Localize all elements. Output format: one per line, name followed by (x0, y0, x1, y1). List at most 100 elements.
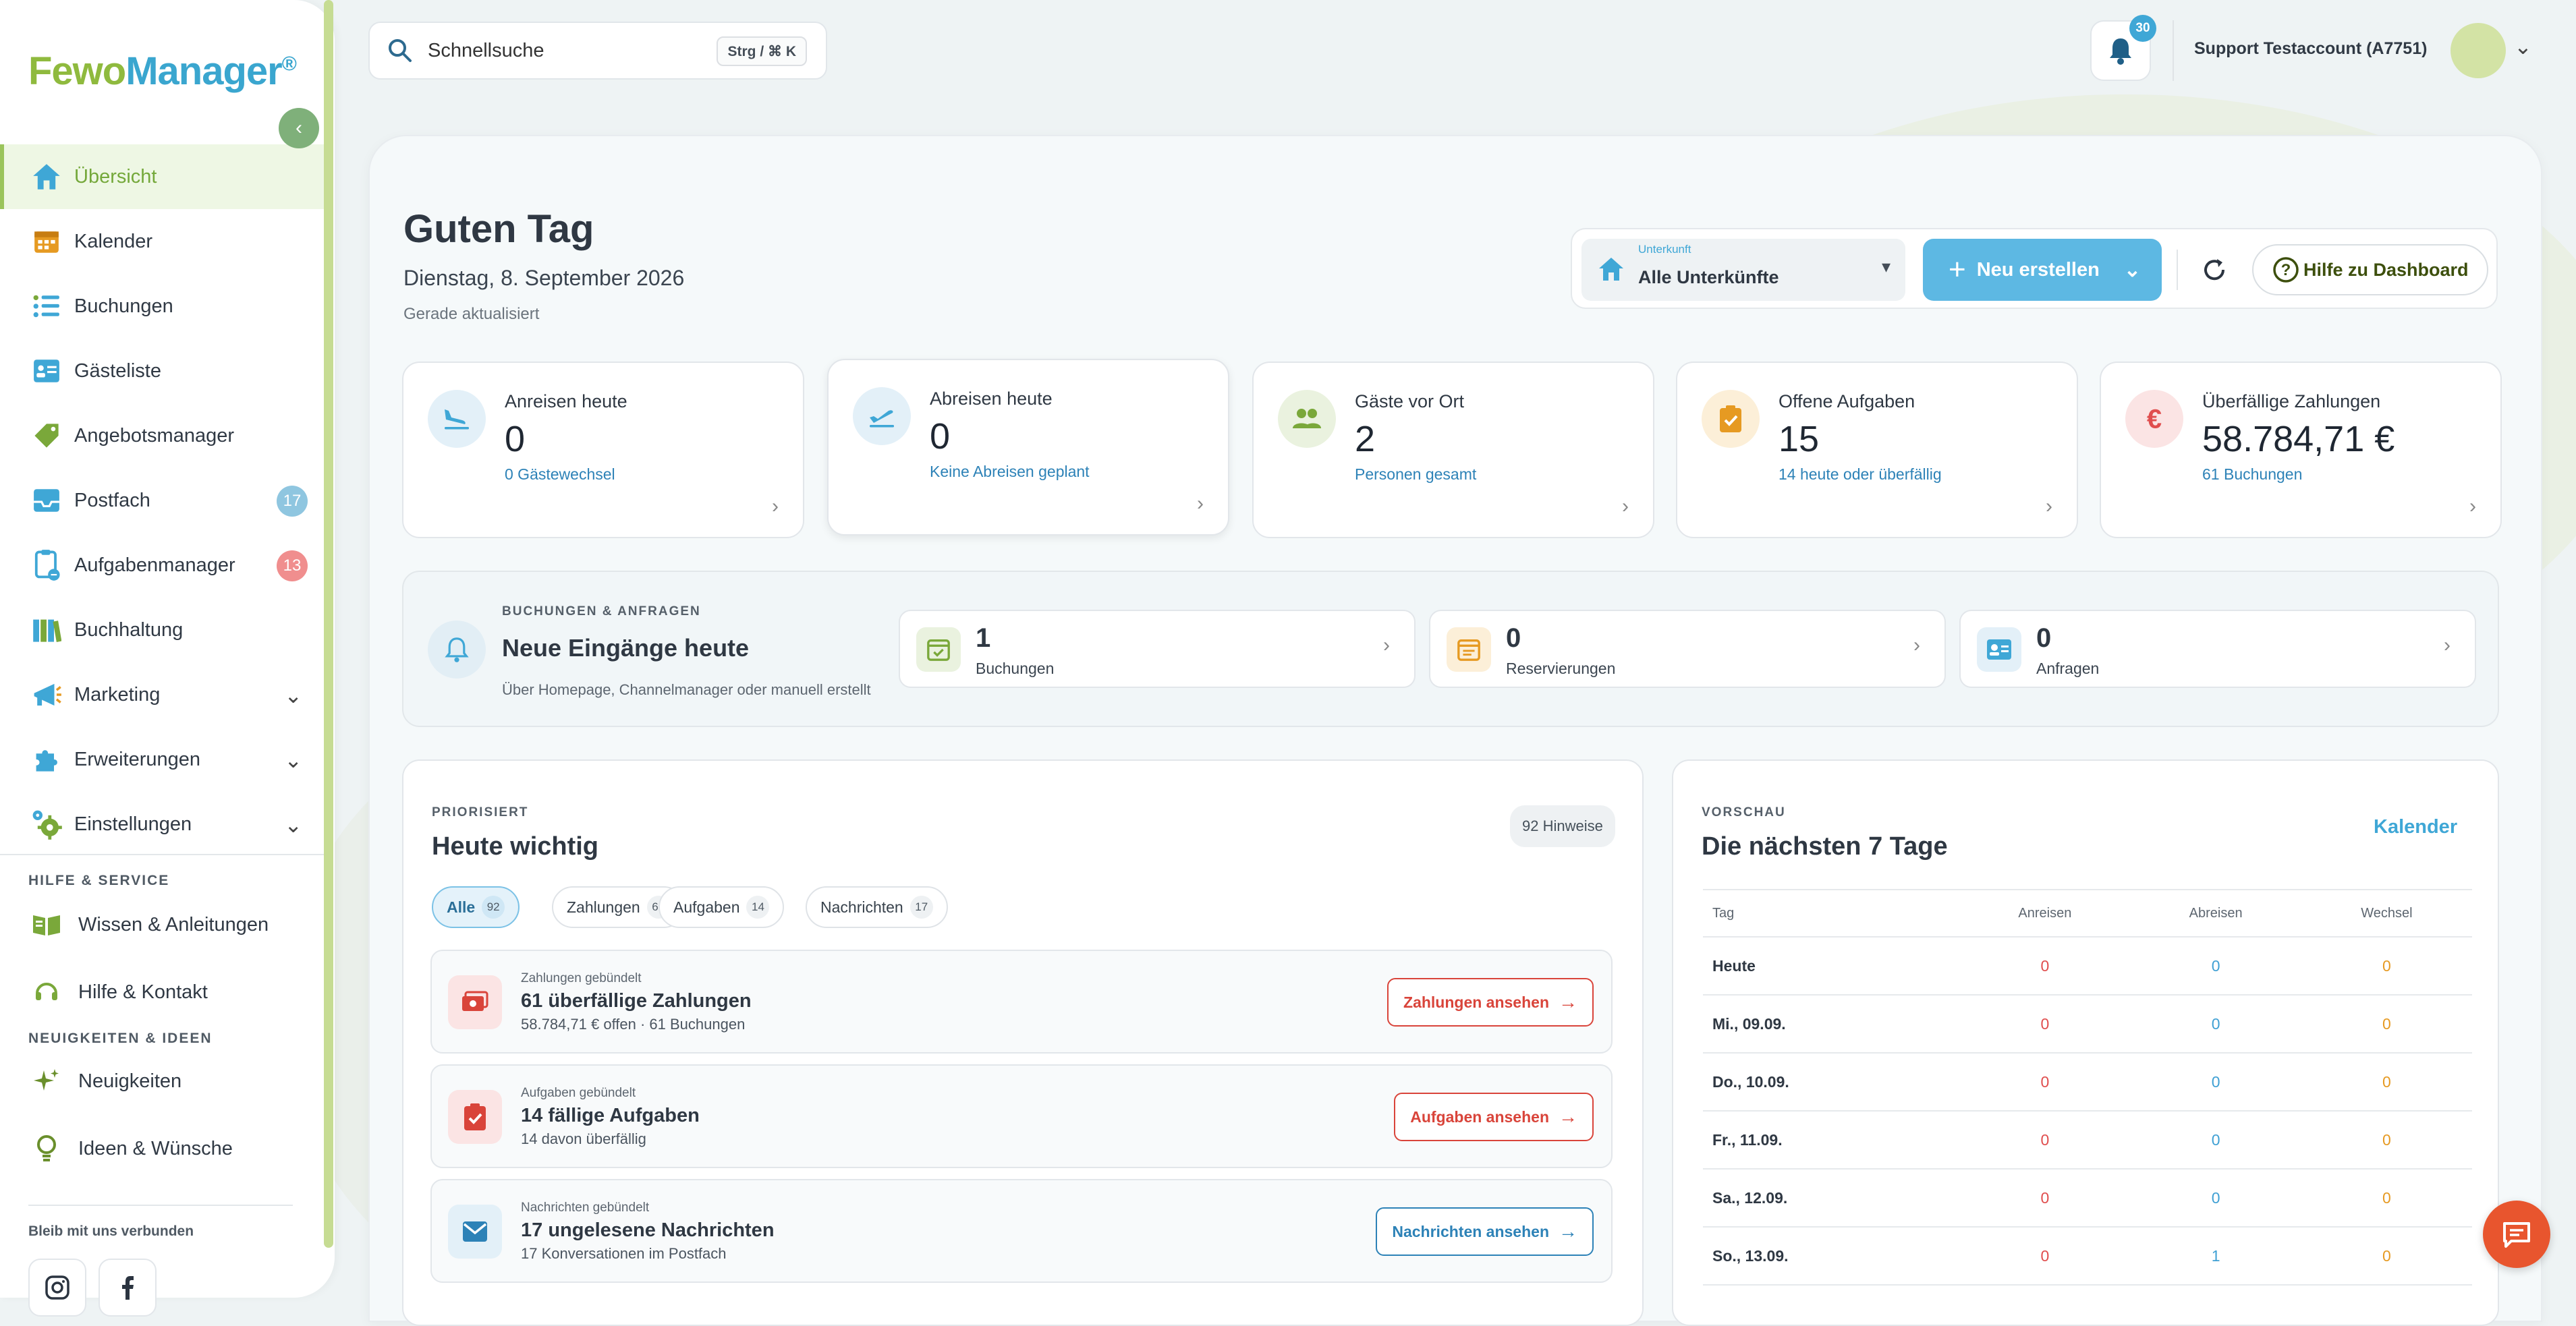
sidebar-item-angebotsmanager[interactable]: Angebotsmanager (0, 403, 324, 468)
logo-text-accent: Manager (125, 49, 283, 93)
preview-table: Tag Anreisen Abreisen Wechsel Heute 0 0 0 Mi… (1703, 889, 2472, 1286)
sidebar-item-erweiterungen[interactable]: Erweiterungen ⌄ (0, 727, 324, 792)
arrow-right-icon: → (1559, 1221, 1577, 1242)
incoming-card-reservierungen[interactable]: 0 Reservierungen › (1429, 610, 1946, 688)
arrow-right-icon: → (1559, 991, 1577, 1012)
calendar-link[interactable]: Kalender (2374, 816, 2457, 838)
facebook-button[interactable] (99, 1259, 157, 1317)
current-date: Dienstag, 8. September 2026 (403, 266, 685, 290)
svg-text:?: ? (2281, 261, 2291, 279)
row-abreisen: 0 (2211, 1014, 2220, 1033)
chevron-right-icon: › (772, 495, 779, 517)
stat-value: 58.784,71 € (2202, 419, 2395, 459)
sidebar-item-kalender[interactable]: Kalender (0, 209, 324, 274)
sidebar-item-gästeliste[interactable]: Gästeliste (0, 339, 324, 403)
chevron-down-icon: ⌄ (284, 683, 302, 708)
search-shortcut-hint: Strg / ⌘ K (717, 36, 807, 66)
stat-value: 0 (930, 416, 951, 457)
stat-subtext: 61 Buchungen (2202, 465, 2303, 483)
instagram-button[interactable] (28, 1259, 86, 1317)
sidebar-item-buchungen[interactable]: Buchungen (0, 274, 324, 339)
stat-card-abreisen-heute[interactable]: Abreisen heute 0 Keine Abreisen geplant › (827, 359, 1229, 536)
row-anreisen: 0 (2040, 1246, 2050, 1265)
stat-value: 0 (505, 419, 526, 459)
money-icon (448, 975, 502, 1029)
stat-card-gäste-vor-ort[interactable]: Gäste vor Ort 2 Personen gesamt › (1252, 362, 1654, 538)
bell-icon (428, 621, 486, 679)
quick-search[interactable]: Strg / ⌘ K (368, 22, 827, 80)
priority-kicker: PRIORISIERT (432, 805, 529, 819)
chevron-down-icon[interactable]: ⌄ (2514, 34, 2532, 59)
app-logo[interactable]: FewoManager® (28, 49, 297, 94)
new-create-button[interactable]: + Neu erstellen ⌄ (1923, 239, 2162, 301)
row-anreisen: 0 (2040, 956, 2050, 975)
property-select[interactable]: Unterkunft Alle Unterkünfte ▾ (1581, 239, 1905, 301)
row-abreisen: 0 (2211, 956, 2220, 975)
stat-card-anreisen-heute[interactable]: Anreisen heute 0 0 Gästewechsel › (402, 362, 804, 538)
search-input[interactable] (426, 38, 710, 63)
sidebar-item-aufgabenmanager[interactable]: Aufgabenmanager 13 (0, 533, 324, 598)
chat-button[interactable] (2483, 1201, 2550, 1268)
incoming-section: BUCHUNGEN & ANFRAGEN Neue Eingänge heute… (402, 571, 2499, 727)
row-wechsel: 0 (2382, 956, 2391, 975)
sidebar-item-buchhaltung[interactable]: Buchhaltung (0, 598, 324, 662)
refresh-button[interactable] (2194, 250, 2235, 290)
priority-item-button[interactable]: Zahlungen ansehen → (1387, 978, 1594, 1027)
notification-count-badge: 30 (2129, 15, 2156, 42)
filter-alle[interactable]: Alle 92 (432, 886, 520, 928)
priority-item-button[interactable]: Nachrichten ansehen → (1376, 1207, 1594, 1256)
lightbulb-icon (28, 1130, 65, 1167)
headset-icon (28, 974, 65, 1010)
avatar[interactable] (2451, 23, 2506, 78)
filter-nachrichten[interactable]: Nachrichten 17 (806, 886, 948, 928)
incoming-label: Buchungen (976, 660, 1055, 677)
chevron-right-icon: › (1913, 634, 1920, 656)
plane-arrival-icon (428, 390, 486, 448)
sidebar-item-einstellungen[interactable]: Einstellungen ⌄ (0, 792, 324, 857)
collapse-sidebar-button[interactable]: ‹ (279, 108, 319, 148)
book-icon (28, 906, 65, 943)
row-day: Mi., 09.09. (1712, 1014, 1786, 1033)
priority-item-button[interactable]: Aufgaben ansehen → (1394, 1093, 1594, 1141)
sidebar-item-marketing[interactable]: Marketing ⌄ (0, 662, 324, 727)
incoming-card-buchungen[interactable]: 1 Buchungen › (899, 610, 1416, 688)
sidebar-link-ideen[interactable]: Ideen & Wünsche (28, 1130, 233, 1167)
sparkle-icon (28, 1063, 65, 1099)
chevron-left-icon: ‹ (296, 117, 302, 139)
sidebar-link-wissen[interactable]: Wissen & Anleitungen (28, 906, 269, 943)
row-abreisen: 0 (2211, 1188, 2220, 1207)
hints-count-badge: 92 Hinweise (1510, 805, 1615, 847)
stat-subtext: 0 Gästewechsel (505, 465, 615, 483)
sidebar-link-label: Hilfe & Kontakt (78, 981, 208, 1003)
sidebar-scrollbar[interactable] (324, 0, 333, 1248)
stat-value: 15 (1779, 419, 1820, 459)
refresh-icon (2204, 259, 2225, 281)
dashboard-help-button[interactable]: ? Hilfe zu Dashboard (2252, 244, 2488, 295)
stat-card-offene-aufgaben[interactable]: Offene Aufgaben 15 14 heute oder überfälli… (1676, 362, 2078, 538)
incoming-title: Neue Eingänge heute (502, 634, 750, 662)
row-day: Heute (1712, 956, 1756, 975)
filter-aufgaben[interactable]: Aufgaben 14 (659, 886, 785, 928)
row-abreisen: 0 (2211, 1130, 2220, 1149)
sidebar-item-übersicht[interactable]: Übersicht (0, 144, 324, 209)
dashboard-help-label: Hilfe zu Dashboard (2303, 259, 2469, 280)
table-row: So., 13.09. 0 1 0 (1703, 1228, 2472, 1286)
search-icon (389, 39, 412, 62)
priority-item: Nachrichten gebündelt 17 ungelesene Nachr… (430, 1179, 1613, 1283)
sidebar-link-hilfe[interactable]: Hilfe & Kontakt (28, 974, 208, 1010)
sidebar-item-postfach[interactable]: Postfach 17 (0, 468, 324, 533)
priority-item-title: 61 überfällige Zahlungen (521, 990, 752, 1012)
arrow-right-icon: → (1559, 1106, 1577, 1127)
account-name[interactable]: Support Testaccount (A7751) (2194, 39, 2427, 59)
preview-kicker: VORSCHAU (1702, 805, 1786, 819)
chevron-down-icon: ⌄ (284, 813, 302, 837)
inbox-icon (28, 482, 65, 519)
incoming-label: Reservierungen (1506, 660, 1616, 677)
help-heading: HILFE & SERVICE (28, 873, 170, 888)
priority-item-subtitle: 14 davon überfällig (521, 1130, 646, 1147)
sidebar-link-neuigkeiten[interactable]: Neuigkeiten (28, 1063, 181, 1099)
caret-down-icon: ▾ (1881, 256, 1891, 277)
column-header-abreisen: Abreisen (2189, 905, 2243, 921)
stat-card-überfällige-zahlungen[interactable]: € Überfällige Zahlungen 58.784,71 € 61 Buch… (2100, 362, 2502, 538)
incoming-card-anfragen[interactable]: 0 Anfragen › (1959, 610, 2476, 688)
